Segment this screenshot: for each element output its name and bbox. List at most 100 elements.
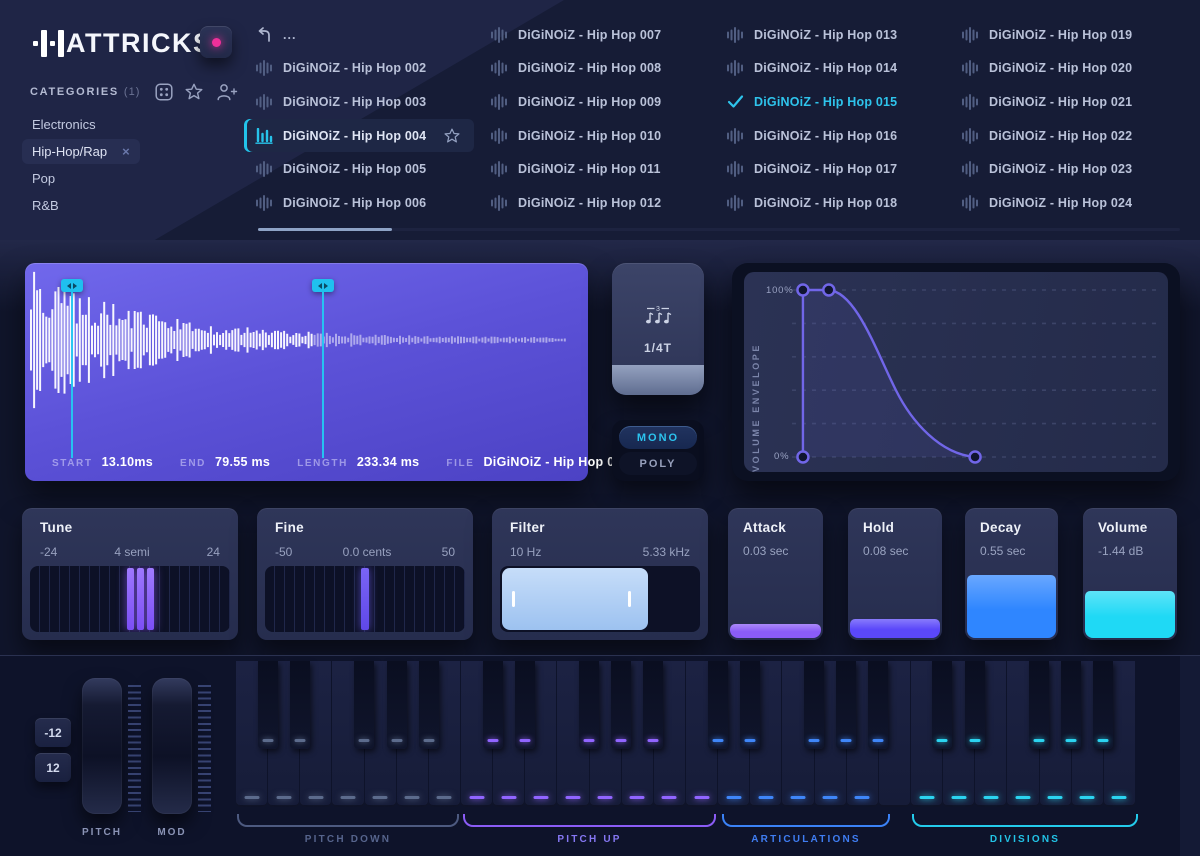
black-key[interactable]	[868, 661, 888, 749]
black-key[interactable]	[515, 661, 535, 749]
browser-file-row[interactable]: DiGiNOiZ - Hip Hop 019	[950, 18, 1180, 52]
mod-wheel[interactable]	[152, 678, 192, 814]
start-marker[interactable]	[61, 279, 83, 292]
hold-fill[interactable]	[850, 619, 940, 638]
category-item[interactable]: R&B	[22, 193, 69, 218]
black-key[interactable]	[965, 661, 985, 749]
browser-file-row[interactable]: DiGiNOiZ - Hip Hop 004	[244, 119, 474, 153]
browser-scrollbar[interactable]	[258, 228, 1180, 231]
envelope-plot[interactable]: VOLUME ENVELOPE 100% 0%	[744, 272, 1168, 472]
octave-down-button[interactable]: -12	[35, 718, 71, 747]
fine-panel: Fine -50 0.0 cents 50	[257, 508, 473, 640]
volume-fill[interactable]	[1085, 591, 1175, 638]
fine-slider[interactable]	[265, 566, 465, 632]
filter-low-handle[interactable]	[512, 591, 515, 607]
black-key[interactable]	[708, 661, 728, 749]
start-marker-handle-icon[interactable]	[61, 279, 83, 292]
black-key[interactable]	[804, 661, 824, 749]
star-icon[interactable]	[444, 128, 464, 144]
key-zone-bracket: PITCH UP	[463, 814, 716, 827]
black-key[interactable]	[1029, 661, 1049, 749]
key-indicator	[308, 796, 323, 799]
browser-file-row[interactable]: DiGiNOiZ - Hip Hop 014	[715, 52, 945, 86]
plugin-window: ATTRICKS CATEGORIES (1)	[0, 0, 1200, 856]
end-marker-handle-icon[interactable]	[312, 279, 334, 292]
black-key[interactable]	[579, 661, 599, 749]
waveform-icon	[254, 94, 274, 110]
file-name: DiGiNOiZ - Hip Hop 023	[989, 162, 1132, 176]
attack-panel[interactable]: Attack 0.03 sec	[728, 508, 823, 640]
envelope-point[interactable]	[797, 285, 808, 296]
browser-file-row[interactable]: DiGiNOiZ - Hip Hop 016	[715, 119, 945, 153]
browser-file-row[interactable]: DiGiNOiZ - Hip Hop 005	[244, 152, 474, 186]
black-key[interactable]	[483, 661, 503, 749]
browser-file-row[interactable]: DiGiNOiZ - Hip Hop 002	[244, 52, 474, 86]
black-key[interactable]	[419, 661, 439, 749]
tune-slider-handle[interactable]	[137, 568, 144, 630]
end-marker[interactable]	[312, 279, 334, 292]
envelope-point[interactable]	[797, 452, 808, 463]
pitch-wheel[interactable]	[82, 678, 122, 814]
black-key[interactable]	[643, 661, 663, 749]
filter-range-fill[interactable]	[502, 568, 648, 630]
browser-file-row[interactable]: DiGiNOiZ - Hip Hop 015	[715, 85, 945, 119]
browser-file-row[interactable]: DiGiNOiZ - Hip Hop 020	[950, 52, 1180, 86]
star-icon[interactable]	[185, 83, 203, 101]
browser-file-row[interactable]: DiGiNOiZ - Hip Hop 003	[244, 85, 474, 119]
waveform-panel[interactable]: START 13.10ms END 79.55 ms LENGTH 233.34…	[25, 263, 588, 481]
filter-slider[interactable]	[500, 566, 700, 632]
black-key[interactable]	[258, 661, 278, 749]
user-add-icon[interactable]	[215, 83, 238, 101]
browser-file-row[interactable]: DiGiNOiZ - Hip Hop 009	[479, 85, 709, 119]
filter-high-handle[interactable]	[628, 591, 631, 607]
browser-file-row[interactable]: DiGiNOiZ - Hip Hop 013	[715, 18, 945, 52]
browser-file-row[interactable]: DiGiNOiZ - Hip Hop 010	[479, 119, 709, 153]
rate-selector[interactable]: 3 1/4T	[612, 263, 704, 395]
power-button[interactable]	[200, 26, 232, 58]
mono-button[interactable]: MONO	[619, 426, 697, 449]
black-key[interactable]	[932, 661, 952, 749]
category-item[interactable]: Pop	[22, 166, 65, 191]
browser-file-row[interactable]: DiGiNOiZ - Hip Hop 021	[950, 85, 1180, 119]
volume-panel[interactable]: Volume -1.44 dB	[1083, 508, 1177, 640]
black-key[interactable]	[1061, 661, 1081, 749]
browser-scrollbar-thumb[interactable]	[258, 228, 392, 231]
envelope-point[interactable]	[823, 285, 834, 296]
browser-file-row[interactable]: DiGiNOiZ - Hip Hop 008	[479, 52, 709, 86]
poly-button[interactable]: POLY	[619, 452, 697, 475]
decay-fill[interactable]	[967, 575, 1056, 638]
envelope-point[interactable]	[970, 452, 981, 463]
black-key[interactable]	[387, 661, 407, 749]
decay-panel[interactable]: Decay 0.55 sec	[965, 508, 1058, 640]
browser-file-row[interactable]: DiGiNOiZ - Hip Hop 017	[715, 152, 945, 186]
browser-file-row[interactable]: DiGiNOiZ - Hip Hop 018	[715, 186, 945, 220]
hold-panel[interactable]: Hold 0.08 sec	[848, 508, 942, 640]
power-led-icon	[212, 38, 221, 47]
rate-slider-handle[interactable]	[612, 365, 704, 395]
browser-file-row[interactable]: DiGiNOiZ - Hip Hop 007	[479, 18, 709, 52]
browser-file-row[interactable]: DiGiNOiZ - Hip Hop 023	[950, 152, 1180, 186]
fine-slider-handle[interactable]	[361, 568, 369, 630]
key-indicator	[983, 796, 998, 799]
file-name: DiGiNOiZ - Hip Hop 005	[283, 162, 426, 176]
black-key[interactable]	[836, 661, 856, 749]
black-key[interactable]	[290, 661, 310, 749]
browser-file-row[interactable]: DiGiNOiZ - Hip Hop 011	[479, 152, 709, 186]
category-item[interactable]: Hip-Hop/Rap×	[22, 139, 140, 164]
browser-up-row[interactable]: ...	[244, 18, 474, 52]
grid-icon[interactable]	[155, 83, 173, 101]
black-key[interactable]	[611, 661, 631, 749]
volume-title: Volume	[1098, 520, 1148, 535]
browser-file-row[interactable]: DiGiNOiZ - Hip Hop 022	[950, 119, 1180, 153]
black-key[interactable]	[354, 661, 374, 749]
browser-file-row[interactable]: DiGiNOiZ - Hip Hop 012	[479, 186, 709, 220]
tune-slider[interactable]	[30, 566, 230, 632]
attack-fill[interactable]	[730, 624, 821, 638]
remove-filter-icon[interactable]: ×	[122, 144, 130, 159]
category-item[interactable]: Electronics	[22, 112, 106, 137]
black-key[interactable]	[1093, 661, 1113, 749]
browser-file-row[interactable]: DiGiNOiZ - Hip Hop 024	[950, 186, 1180, 220]
octave-up-button[interactable]: 12	[35, 753, 71, 782]
black-key[interactable]	[740, 661, 760, 749]
browser-file-row[interactable]: DiGiNOiZ - Hip Hop 006	[244, 186, 474, 220]
